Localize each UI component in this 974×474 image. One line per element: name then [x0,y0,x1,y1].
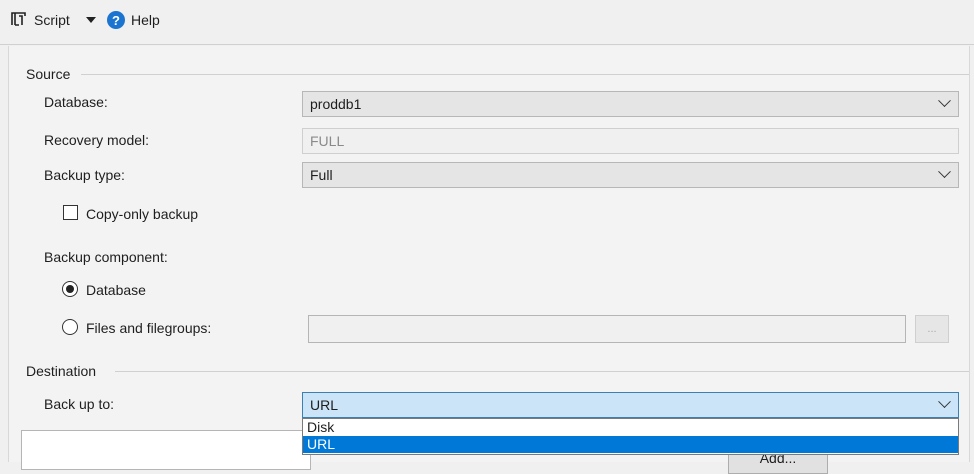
component-database-label[interactable]: Database [86,282,146,298]
database-label: Database: [44,94,108,110]
recovery-model-label: Recovery model: [44,132,150,148]
toolbar: Script ? Help [0,0,974,45]
help-icon: ? [107,11,125,29]
destination-group-title: Destination [26,363,97,379]
files-browse-button[interactable]: ... [915,315,949,343]
source-group-title: Source [26,66,71,82]
destination-divider [115,371,969,372]
backup-type-select-value: Full [310,167,333,183]
script-label: Script [34,12,70,28]
component-files-label[interactable]: Files and filegroups: [86,320,211,336]
backup-to-select[interactable]: URL [302,392,959,418]
recovery-model-value: FULL [310,133,345,149]
backup-type-label: Backup type: [44,167,125,183]
chevron-down-icon [938,94,951,108]
source-divider [81,74,969,75]
backup-type-select[interactable]: Full [302,162,959,188]
backup-to-select-value: URL [310,397,339,413]
backup-to-option-url[interactable]: URL [303,436,958,453]
backup-component-label: Backup component: [44,249,168,265]
chevron-down-icon [938,165,951,179]
help-button[interactable]: ? Help [107,9,160,31]
files-filegroups-field [308,315,906,343]
script-dropdown-icon[interactable] [86,17,96,23]
help-label: Help [131,12,160,28]
chevron-down-icon [938,395,951,409]
backup-general-panel: Source Database: proddb1 Recovery model:… [8,46,970,474]
copy-only-label[interactable]: Copy-only backup [86,206,198,222]
backup-to-dropdown-list: Disk URL [302,418,959,455]
destination-list[interactable] [21,430,311,470]
backup-to-option-disk[interactable]: Disk [303,419,958,436]
component-files-radio[interactable] [62,319,78,335]
database-select[interactable]: proddb1 [302,91,959,117]
recovery-model-field: FULL [302,128,959,154]
database-select-value: proddb1 [310,96,362,112]
script-icon [10,10,28,31]
component-database-radio[interactable] [62,281,78,297]
script-button[interactable]: Script [10,9,70,31]
backup-to-label: Back up to: [44,396,115,412]
copy-only-checkbox[interactable] [63,205,78,220]
